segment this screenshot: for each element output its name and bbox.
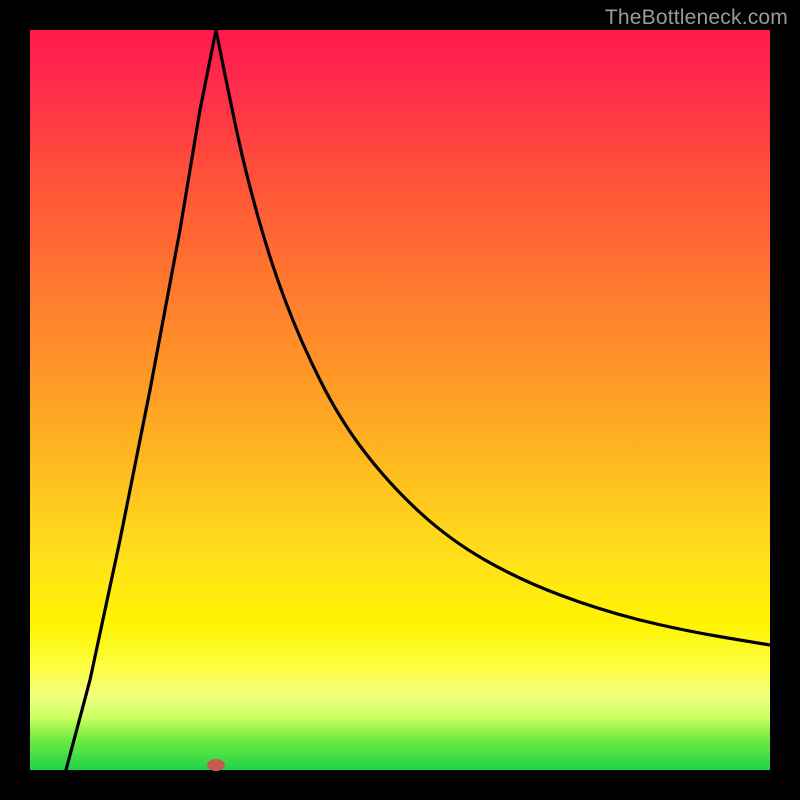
curve-path — [66, 30, 770, 770]
chart-frame: TheBottleneck.com — [0, 0, 800, 800]
plot-area — [30, 30, 770, 770]
bottleneck-curve — [30, 30, 770, 770]
optimum-marker — [207, 759, 225, 771]
watermark-text: TheBottleneck.com — [605, 6, 788, 30]
